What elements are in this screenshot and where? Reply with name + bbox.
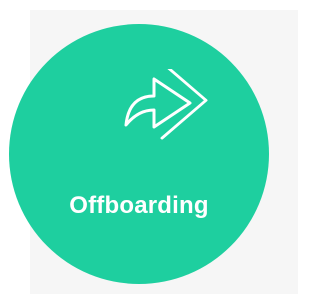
tile-label: Offboarding [69, 192, 209, 219]
double-forward-arrow-icon [117, 61, 209, 149]
offboarding-tile[interactable]: Offboarding [9, 24, 269, 284]
